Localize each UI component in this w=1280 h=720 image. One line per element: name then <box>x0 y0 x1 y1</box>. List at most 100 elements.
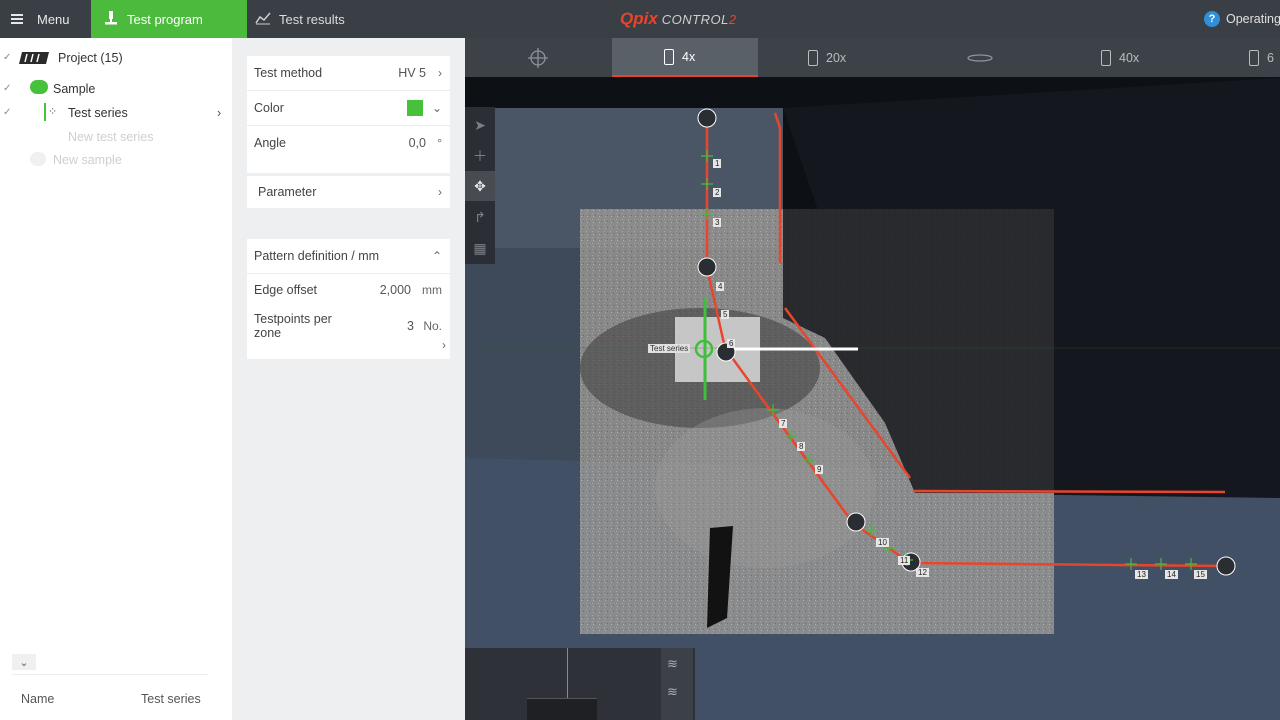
name-value: Test series <box>141 692 201 706</box>
project-tree: ✓ Project (15) ✓ Sample ✓ ⁘ Test series … <box>0 38 232 720</box>
chevron-right-icon: › <box>438 66 442 80</box>
image-viewer[interactable]: 1 2 3 4 5 6 7 8 9 10 11 12 13 14 15 Test… <box>465 38 1280 720</box>
angle-value: 0,0 <box>408 136 426 150</box>
micrograph-image <box>465 38 1280 720</box>
parameter-card[interactable]: Parameter › <box>247 176 450 208</box>
tree-project-label: Project (15) <box>58 51 123 65</box>
test-point-label[interactable]: 13 <box>1135 570 1148 579</box>
test-method-label: Test method <box>254 66 323 80</box>
layers-icon[interactable]: ≋ <box>667 656 678 672</box>
test-point-label[interactable]: 6 <box>727 339 736 348</box>
top-bar: Menu Test program Test results Qpix CONTR… <box>0 0 1280 38</box>
name-label: Name <box>21 692 55 706</box>
angle-label: Angle <box>254 136 286 150</box>
grid-icon[interactable]: ▦ <box>465 233 495 263</box>
chevron-right-icon: › <box>438 185 442 199</box>
parameter-row[interactable]: Parameter › <box>247 176 450 208</box>
objective-40x[interactable]: 40x <box>1101 38 1181 77</box>
check-icon: ✓ <box>3 52 12 63</box>
objective-icon <box>1249 49 1259 66</box>
tab-test-results[interactable]: Test results <box>247 0 377 38</box>
test-point-label[interactable]: 10 <box>876 538 889 547</box>
test-point-label[interactable]: 12 <box>916 568 929 577</box>
color-row[interactable]: Color ⌄ <box>247 91 450 125</box>
tree-sample-label: Sample <box>53 82 96 96</box>
test-series-overlay-label[interactable]: Test series <box>648 344 691 353</box>
edge-offset-row[interactable]: Edge offset 2,000 mm <box>247 273 450 307</box>
test-point-label[interactable]: 4 <box>716 282 725 291</box>
settings-panel: Test method HV 5 › Color ⌄ Angle 0,0 ° P… <box>232 38 465 720</box>
test-point-label[interactable]: 14 <box>1165 570 1178 579</box>
menu-button[interactable]: Menu <box>0 0 91 38</box>
pointer-icon[interactable]: ➤ <box>465 110 495 140</box>
line-chart-icon <box>255 11 271 28</box>
pattern-label: Pattern definition / mm <box>254 249 380 263</box>
test-point-label[interactable]: 5 <box>721 310 730 319</box>
test-series-icon: ⁘ <box>48 106 58 118</box>
add-icon[interactable]: ＋ <box>465 141 495 171</box>
tool-palette: ➤ ＋ ✥ ↱ ▦ <box>465 107 495 264</box>
test-point-label[interactable]: 2 <box>713 188 722 197</box>
objective-lens[interactable] <box>965 38 995 77</box>
objective-20x[interactable]: 20x <box>808 38 888 77</box>
lens-icon <box>967 53 993 62</box>
tab-test-program[interactable]: Test program <box>91 0 247 38</box>
thumbnail-frame <box>527 698 597 720</box>
tab-test-results-label: Test results <box>279 11 345 27</box>
layers-alt-icon[interactable]: ≋ <box>667 684 678 700</box>
test-method-row[interactable]: Test method HV 5 › <box>247 56 450 90</box>
rotate-icon[interactable]: ↱ <box>465 202 495 232</box>
new-test-series-label: New test series <box>68 130 154 144</box>
chevron-right-icon: › <box>217 106 222 120</box>
objective-icon <box>1101 49 1111 66</box>
test-point-label[interactable]: 8 <box>797 442 806 451</box>
testpoints-row[interactable]: Testpoints per zone 3 No. <box>247 309 450 343</box>
chevron-up-icon: ⌃ <box>431 249 442 263</box>
hamburger-icon <box>11 14 23 24</box>
test-point-label[interactable]: 11 <box>898 556 911 565</box>
objective-icon <box>808 49 818 66</box>
check-icon: ✓ <box>3 83 12 94</box>
operating-help[interactable]: ? Operating <box>1204 0 1280 38</box>
angle-row[interactable]: Angle 0,0 ° <box>247 126 450 160</box>
color-swatch[interactable] <box>407 100 423 116</box>
testpoints-unit: No. <box>423 319 442 333</box>
angle-unit: ° <box>437 136 442 150</box>
crosshair-icon <box>528 47 548 68</box>
check-icon: ✓ <box>3 107 12 118</box>
selection-marker <box>44 103 46 121</box>
new-sample-icon <box>30 152 46 166</box>
test-point-label[interactable]: 7 <box>779 419 788 428</box>
new-sample-label: New sample <box>53 153 122 167</box>
objective-4x-label: 4x <box>682 49 696 64</box>
objective-overview[interactable] <box>523 38 553 77</box>
move-pattern-icon[interactable]: ✥ <box>465 171 495 201</box>
edge-offset-value[interactable]: 2,000 <box>380 283 411 297</box>
test-point-label[interactable]: 1 <box>713 159 722 168</box>
edge-offset-unit: mm <box>422 283 442 297</box>
testpoints-label-1: Testpoints per <box>254 312 332 326</box>
objective-icon <box>664 48 674 65</box>
objective-more[interactable]: 6 <box>1249 38 1280 77</box>
divider <box>12 674 208 675</box>
objective-20x-label: 20x <box>826 50 847 65</box>
tree-test-series-label: Test series <box>68 106 128 120</box>
test-point-label[interactable]: 15 <box>1194 570 1207 579</box>
testpoints-value[interactable]: 3 <box>407 319 414 333</box>
qpix-control-logo: Qpix CONTROL 2 <box>620 9 737 28</box>
parameter-label: Parameter <box>258 185 317 199</box>
tab-test-program-label: Test program <box>127 11 203 27</box>
tree-item-test-series[interactable]: ✓ ⁘ Test series › <box>0 102 232 124</box>
pattern-card: Pattern definition / mm ⌃ Edge offset 2,… <box>247 239 450 359</box>
test-point-label[interactable]: 3 <box>713 218 722 227</box>
color-label: Color <box>254 101 284 115</box>
objective-40x-label: 40x <box>1119 50 1140 65</box>
thumbnail-tools: ≋ ≋ <box>661 648 693 720</box>
objective-4x[interactable]: 4x <box>612 38 758 77</box>
chevron-right-icon[interactable]: › <box>442 338 446 352</box>
chevron-down-icon[interactable]: ⌄ <box>12 654 36 670</box>
objective-bar: 4x 20x 40x 6 <box>465 38 1280 77</box>
pattern-header-row[interactable]: Pattern definition / mm ⌃ <box>247 239 450 273</box>
testpoints-label-2: zone <box>254 326 282 340</box>
test-point-label[interactable]: 9 <box>815 465 824 474</box>
